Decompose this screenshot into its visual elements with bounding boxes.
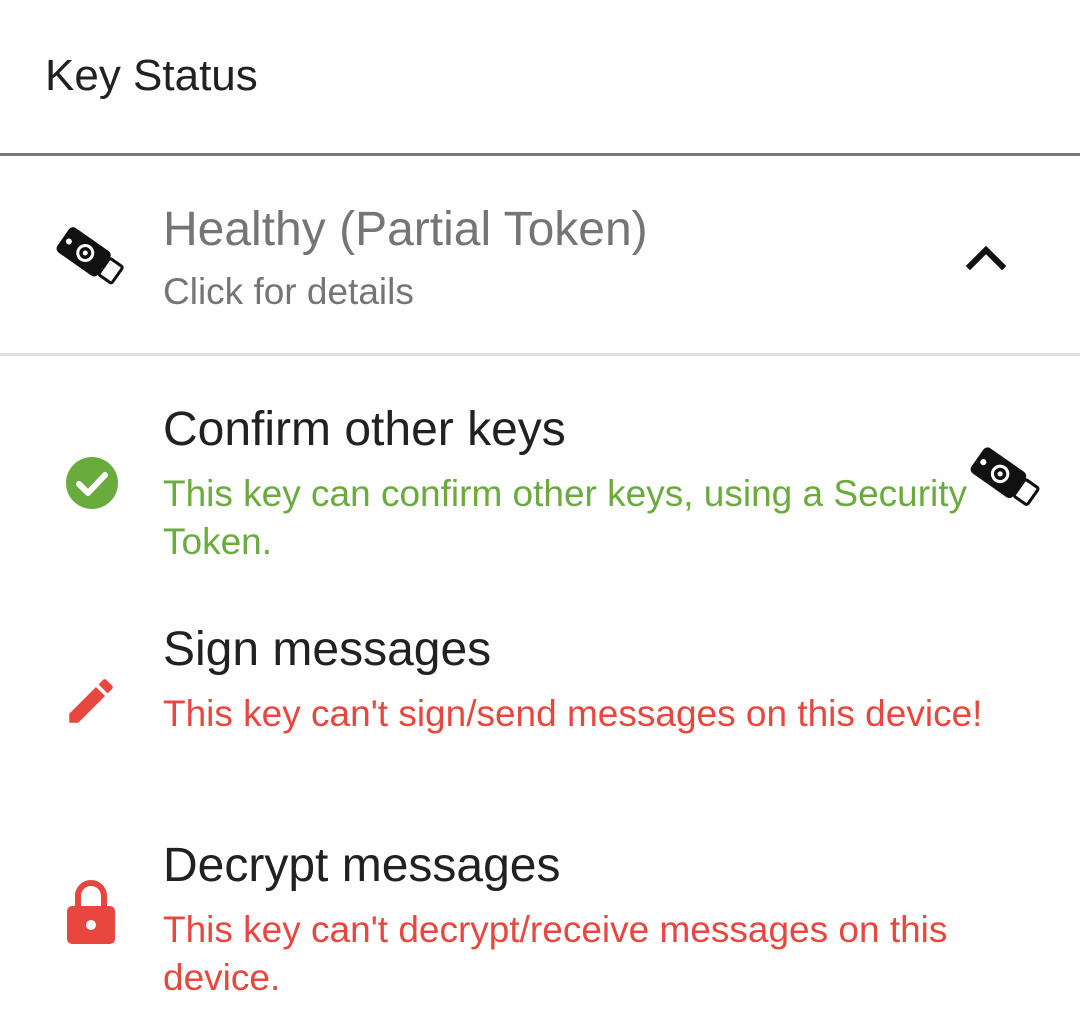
lock-icon [67,880,115,944]
sign-messages-title: Sign messages [163,623,492,676]
key-health-subtitle: Click for details [163,271,414,312]
toolbar: Key Status [0,0,1080,155]
key-health-title: Healthy (Partial Token) [163,203,648,256]
pencil-icon [69,679,113,723]
security-token-icon [56,227,124,285]
confirm-keys-description: This key can confirm other keys, using a… [163,473,968,562]
decrypt-messages-description: This key can't decrypt/receive messages … [163,909,948,998]
confirm-keys-title: Confirm other keys [163,403,566,456]
security-token-icon [970,447,1040,506]
check-circle-icon [66,457,118,509]
chevron-up-icon[interactable] [964,240,1008,272]
decrypt-messages-title: Decrypt messages [163,839,561,892]
page-title: Key Status [45,51,258,100]
sign-messages-description: This key can't sign/send messages on thi… [163,693,983,734]
section-divider [0,353,1080,356]
